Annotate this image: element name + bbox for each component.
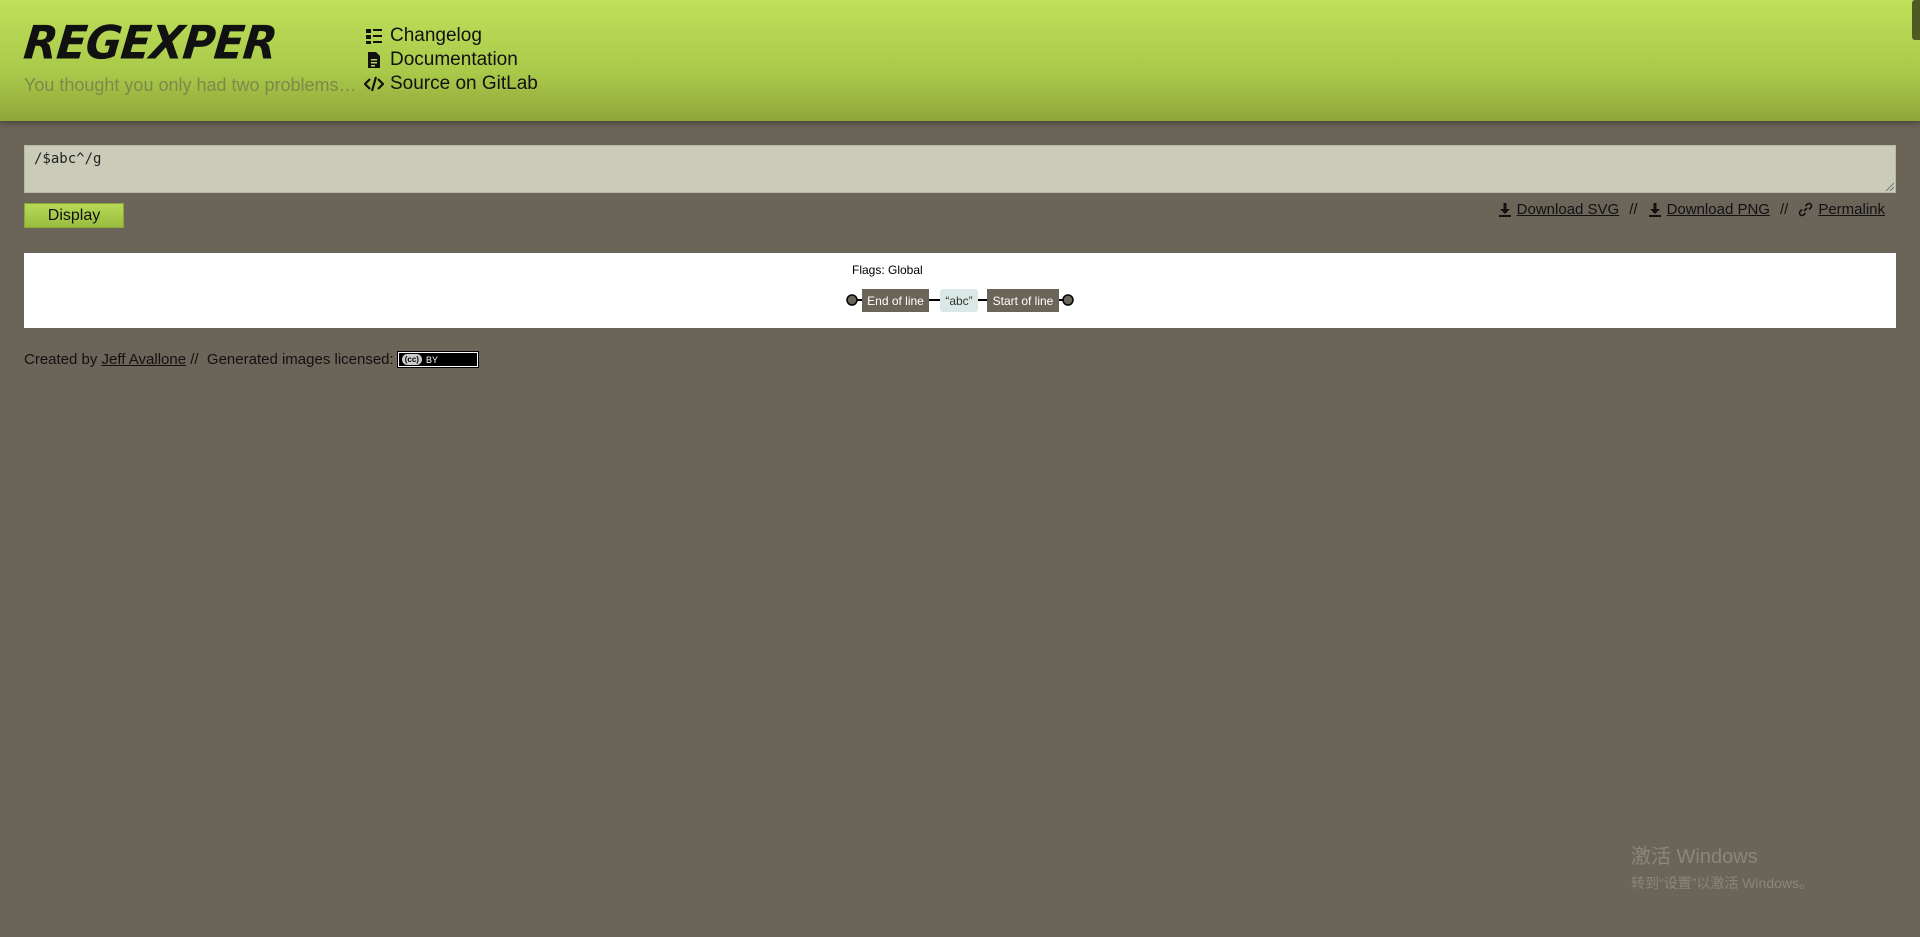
author-link[interactable]: Jeff Avallone: [102, 351, 187, 368]
display-button[interactable]: Display: [24, 203, 124, 228]
download-svg-label: Download SVG: [1516, 201, 1620, 218]
watermark-title: 激活 Windows: [1631, 846, 1758, 868]
nav-label-changelog: Changelog: [390, 25, 482, 46]
windows-activation-watermark: 激活 Windows 转到“设置”以激活 Windows。: [1631, 840, 1813, 893]
cc-icon: (cc): [401, 354, 422, 365]
start-terminal: [846, 294, 858, 306]
header: REGEXPER You thought you only had two pr…: [0, 0, 1920, 121]
cc-license-badge[interactable]: (cc) BY: [396, 351, 479, 368]
literal-label: “abc”: [945, 294, 972, 308]
nav-item-changelog[interactable]: Changelog: [364, 24, 538, 48]
list-icon: [364, 26, 384, 46]
download-png-label: Download PNG: [1666, 201, 1770, 218]
download-icon: [1648, 202, 1662, 217]
document-icon: [364, 50, 384, 70]
regex-diagram: Flags: Global End of line “abc” Start of…: [24, 253, 1896, 328]
nav-label-documentation: Documentation: [390, 49, 518, 70]
nav-label-source: Source on GitLab: [390, 73, 538, 94]
logo[interactable]: REGEXPER: [21, 17, 279, 71]
railroad-diagram: End of line “abc” Start of line: [846, 289, 1074, 312]
cc-by-label: BY: [425, 354, 438, 365]
separator: //: [1779, 201, 1789, 218]
download-png-link[interactable]: Download PNG: [1648, 201, 1770, 218]
separator: //: [1629, 201, 1638, 218]
download-icon: [1498, 202, 1512, 217]
tagline: You thought you only had two problems…: [24, 75, 357, 95]
nav-menu: Changelog Documentation Source on GitLab: [364, 24, 538, 96]
scrollbar-thumb[interactable]: [1912, 0, 1920, 40]
end-of-line-label: End of line: [867, 294, 924, 308]
resize-handle-icon[interactable]: [1884, 181, 1894, 191]
permalink-link[interactable]: Permalink: [1798, 201, 1885, 218]
footer-separator: //: [190, 351, 199, 368]
end-terminal: [1062, 294, 1074, 306]
regex-input[interactable]: [24, 145, 1896, 193]
nav-item-source[interactable]: Source on GitLab: [364, 72, 538, 96]
license-text: Generated images licensed:: [206, 351, 394, 368]
watermark-subtitle: 转到“设置”以激活 Windows。: [1631, 875, 1814, 891]
start-of-line-label: Start of line: [993, 294, 1054, 308]
created-by-text: Created by: [24, 351, 98, 368]
code-icon: [364, 74, 384, 94]
link-icon: [1798, 202, 1813, 217]
nav-item-documentation[interactable]: Documentation: [364, 48, 538, 72]
download-actions: Download SVG // Download PNG // Permalin…: [1498, 201, 1885, 218]
download-svg-link[interactable]: Download SVG: [1498, 201, 1620, 218]
footer: Created by Jeff Avallone // Generated im…: [24, 351, 479, 368]
permalink-label: Permalink: [1818, 201, 1885, 218]
